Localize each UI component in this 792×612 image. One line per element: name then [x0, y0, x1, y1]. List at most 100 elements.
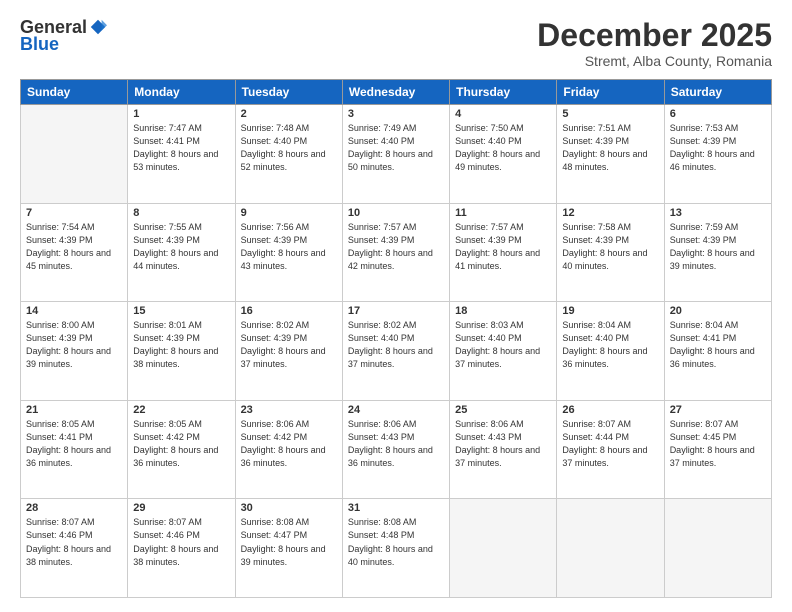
day-number: 3 — [348, 108, 444, 120]
day-number: 6 — [670, 108, 766, 120]
logo-blue-text: Blue — [20, 34, 59, 54]
day-number: 12 — [562, 207, 658, 219]
calendar-cell — [21, 105, 128, 204]
calendar-cell — [450, 499, 557, 598]
calendar-cell: 31 Sunrise: 8:08 AMSunset: 4:48 PMDayligh… — [342, 499, 449, 598]
calendar-cell: 23Sunrise: 8:06 AMSunset: 4:42 PMDayligh… — [235, 400, 342, 499]
calendar-cell: 17 Sunrise: 8:02 AMSunset: 4:40 PMDayligh… — [342, 302, 449, 401]
day-info: Sunrise: 7:54 AMSunset: 4:39 PMDaylight:… — [26, 221, 122, 273]
calendar-cell: 9 Sunrise: 7:56 AMSunset: 4:39 PMDaylight… — [235, 203, 342, 302]
calendar-cell: 21Sunrise: 8:05 AMSunset: 4:41 PMDayligh… — [21, 400, 128, 499]
day-info: Sunrise: 8:02 AMSunset: 4:39 PMDaylight:… — [241, 319, 337, 371]
calendar-cell: 15 Sunrise: 8:01 AMSunset: 4:39 PMDayligh… — [128, 302, 235, 401]
calendar-cell: 19 Sunrise: 8:04 AMSunset: 4:40 PMDayligh… — [557, 302, 664, 401]
day-info: Sunrise: 8:04 AMSunset: 4:41 PMDaylight:… — [670, 319, 766, 371]
day-info: Sunrise: 8:08 AMSunset: 4:48 PMDaylight:… — [348, 516, 444, 568]
location: Stremt, Alba County, Romania — [537, 53, 772, 69]
day-info: Sunrise: 8:07 AMSunset: 4:45 PMDaylight:… — [670, 418, 766, 470]
day-number: 31 — [348, 502, 444, 514]
day-number: 24 — [348, 404, 444, 416]
day-number: 28 — [26, 502, 122, 514]
day-number: 26 — [562, 404, 658, 416]
calendar-cell: 28Sunrise: 8:07 AMSunset: 4:46 PMDayligh… — [21, 499, 128, 598]
day-info: Sunrise: 7:56 AMSunset: 4:39 PMDaylight:… — [241, 221, 337, 273]
calendar-header-row: SundayMondayTuesdayWednesdayThursdayFrid… — [21, 80, 772, 105]
day-number: 14 — [26, 305, 122, 317]
day-number: 19 — [562, 305, 658, 317]
calendar-cell: 4 Sunrise: 7:50 AMSunset: 4:40 PMDaylight… — [450, 105, 557, 204]
day-info: Sunrise: 7:59 AMSunset: 4:39 PMDaylight:… — [670, 221, 766, 273]
day-number: 4 — [455, 108, 551, 120]
day-info: Sunrise: 7:58 AMSunset: 4:39 PMDaylight:… — [562, 221, 658, 273]
calendar-week-row: 28Sunrise: 8:07 AMSunset: 4:46 PMDayligh… — [21, 499, 772, 598]
day-number: 25 — [455, 404, 551, 416]
day-number: 1 — [133, 108, 229, 120]
calendar-week-row: 21Sunrise: 8:05 AMSunset: 4:41 PMDayligh… — [21, 400, 772, 499]
day-number: 17 — [348, 305, 444, 317]
day-info: Sunrise: 8:06 AMSunset: 4:43 PMDaylight:… — [348, 418, 444, 470]
calendar-cell: 24 Sunrise: 8:06 AMSunset: 4:43 PMDayligh… — [342, 400, 449, 499]
calendar-cell: 20 Sunrise: 8:04 AMSunset: 4:41 PMDayligh… — [664, 302, 771, 401]
day-number: 7 — [26, 207, 122, 219]
calendar-cell: 6 Sunrise: 7:53 AMSunset: 4:39 PMDaylight… — [664, 105, 771, 204]
title-block: December 2025 Stremt, Alba County, Roman… — [537, 18, 772, 69]
day-info: Sunrise: 8:07 AMSunset: 4:44 PMDaylight:… — [562, 418, 658, 470]
calendar-cell: 29Sunrise: 8:07 AMSunset: 4:46 PMDayligh… — [128, 499, 235, 598]
day-info: Sunrise: 8:00 AMSunset: 4:39 PMDaylight:… — [26, 319, 122, 371]
calendar-week-row: 1 Sunrise: 7:47 AMSunset: 4:41 PMDaylight… — [21, 105, 772, 204]
day-info: Sunrise: 8:01 AMSunset: 4:39 PMDaylight:… — [133, 319, 229, 371]
page: General Blue December 2025 Stremt, Alba … — [0, 0, 792, 612]
calendar-cell: 1 Sunrise: 7:47 AMSunset: 4:41 PMDaylight… — [128, 105, 235, 204]
calendar-cell: 22 Sunrise: 8:05 AMSunset: 4:42 PMDayligh… — [128, 400, 235, 499]
day-number: 11 — [455, 207, 551, 219]
day-number: 22 — [133, 404, 229, 416]
weekday-header: Sunday — [21, 80, 128, 105]
day-info: Sunrise: 8:03 AMSunset: 4:40 PMDaylight:… — [455, 319, 551, 371]
calendar-cell: 16Sunrise: 8:02 AMSunset: 4:39 PMDayligh… — [235, 302, 342, 401]
calendar-cell: 10Sunrise: 7:57 AMSunset: 4:39 PMDayligh… — [342, 203, 449, 302]
day-info: Sunrise: 7:51 AMSunset: 4:39 PMDaylight:… — [562, 122, 658, 174]
calendar-week-row: 14 Sunrise: 8:00 AMSunset: 4:39 PMDayligh… — [21, 302, 772, 401]
calendar-cell: 13Sunrise: 7:59 AMSunset: 4:39 PMDayligh… — [664, 203, 771, 302]
day-number: 30 — [241, 502, 337, 514]
calendar-cell: 2Sunrise: 7:48 AMSunset: 4:40 PMDaylight… — [235, 105, 342, 204]
day-info: Sunrise: 8:05 AMSunset: 4:42 PMDaylight:… — [133, 418, 229, 470]
day-number: 27 — [670, 404, 766, 416]
calendar-cell: 14 Sunrise: 8:00 AMSunset: 4:39 PMDayligh… — [21, 302, 128, 401]
day-info: Sunrise: 7:57 AMSunset: 4:39 PMDaylight:… — [348, 221, 444, 273]
weekday-header: Monday — [128, 80, 235, 105]
calendar-cell: 12 Sunrise: 7:58 AMSunset: 4:39 PMDayligh… — [557, 203, 664, 302]
day-info: Sunrise: 7:47 AMSunset: 4:41 PMDaylight:… — [133, 122, 229, 174]
calendar-cell: 11 Sunrise: 7:57 AMSunset: 4:39 PMDayligh… — [450, 203, 557, 302]
month-title: December 2025 — [537, 18, 772, 53]
day-number: 9 — [241, 207, 337, 219]
calendar-cell — [557, 499, 664, 598]
day-info: Sunrise: 8:05 AMSunset: 4:41 PMDaylight:… — [26, 418, 122, 470]
day-info: Sunrise: 8:02 AMSunset: 4:40 PMDaylight:… — [348, 319, 444, 371]
calendar-cell: 25 Sunrise: 8:06 AMSunset: 4:43 PMDayligh… — [450, 400, 557, 499]
calendar-cell: 18 Sunrise: 8:03 AMSunset: 4:40 PMDayligh… — [450, 302, 557, 401]
calendar-cell: 26 Sunrise: 8:07 AMSunset: 4:44 PMDayligh… — [557, 400, 664, 499]
calendar-cell: 30Sunrise: 8:08 AMSunset: 4:47 PMDayligh… — [235, 499, 342, 598]
day-number: 29 — [133, 502, 229, 514]
day-info: Sunrise: 8:06 AMSunset: 4:43 PMDaylight:… — [455, 418, 551, 470]
day-info: Sunrise: 8:04 AMSunset: 4:40 PMDaylight:… — [562, 319, 658, 371]
day-number: 15 — [133, 305, 229, 317]
day-info: Sunrise: 7:53 AMSunset: 4:39 PMDaylight:… — [670, 122, 766, 174]
calendar-cell: 7 Sunrise: 7:54 AMSunset: 4:39 PMDaylight… — [21, 203, 128, 302]
logo-icon — [89, 18, 107, 36]
day-info: Sunrise: 7:57 AMSunset: 4:39 PMDaylight:… — [455, 221, 551, 273]
calendar-cell: 27 Sunrise: 8:07 AMSunset: 4:45 PMDayligh… — [664, 400, 771, 499]
calendar-cell: 3 Sunrise: 7:49 AMSunset: 4:40 PMDaylight… — [342, 105, 449, 204]
day-number: 8 — [133, 207, 229, 219]
day-number: 20 — [670, 305, 766, 317]
day-number: 5 — [562, 108, 658, 120]
day-info: Sunrise: 7:49 AMSunset: 4:40 PMDaylight:… — [348, 122, 444, 174]
day-info: Sunrise: 7:50 AMSunset: 4:40 PMDaylight:… — [455, 122, 551, 174]
calendar-cell: 8Sunrise: 7:55 AMSunset: 4:39 PMDaylight… — [128, 203, 235, 302]
weekday-header: Thursday — [450, 80, 557, 105]
day-info: Sunrise: 7:48 AMSunset: 4:40 PMDaylight:… — [241, 122, 337, 174]
day-number: 18 — [455, 305, 551, 317]
weekday-header: Friday — [557, 80, 664, 105]
calendar-week-row: 7 Sunrise: 7:54 AMSunset: 4:39 PMDaylight… — [21, 203, 772, 302]
